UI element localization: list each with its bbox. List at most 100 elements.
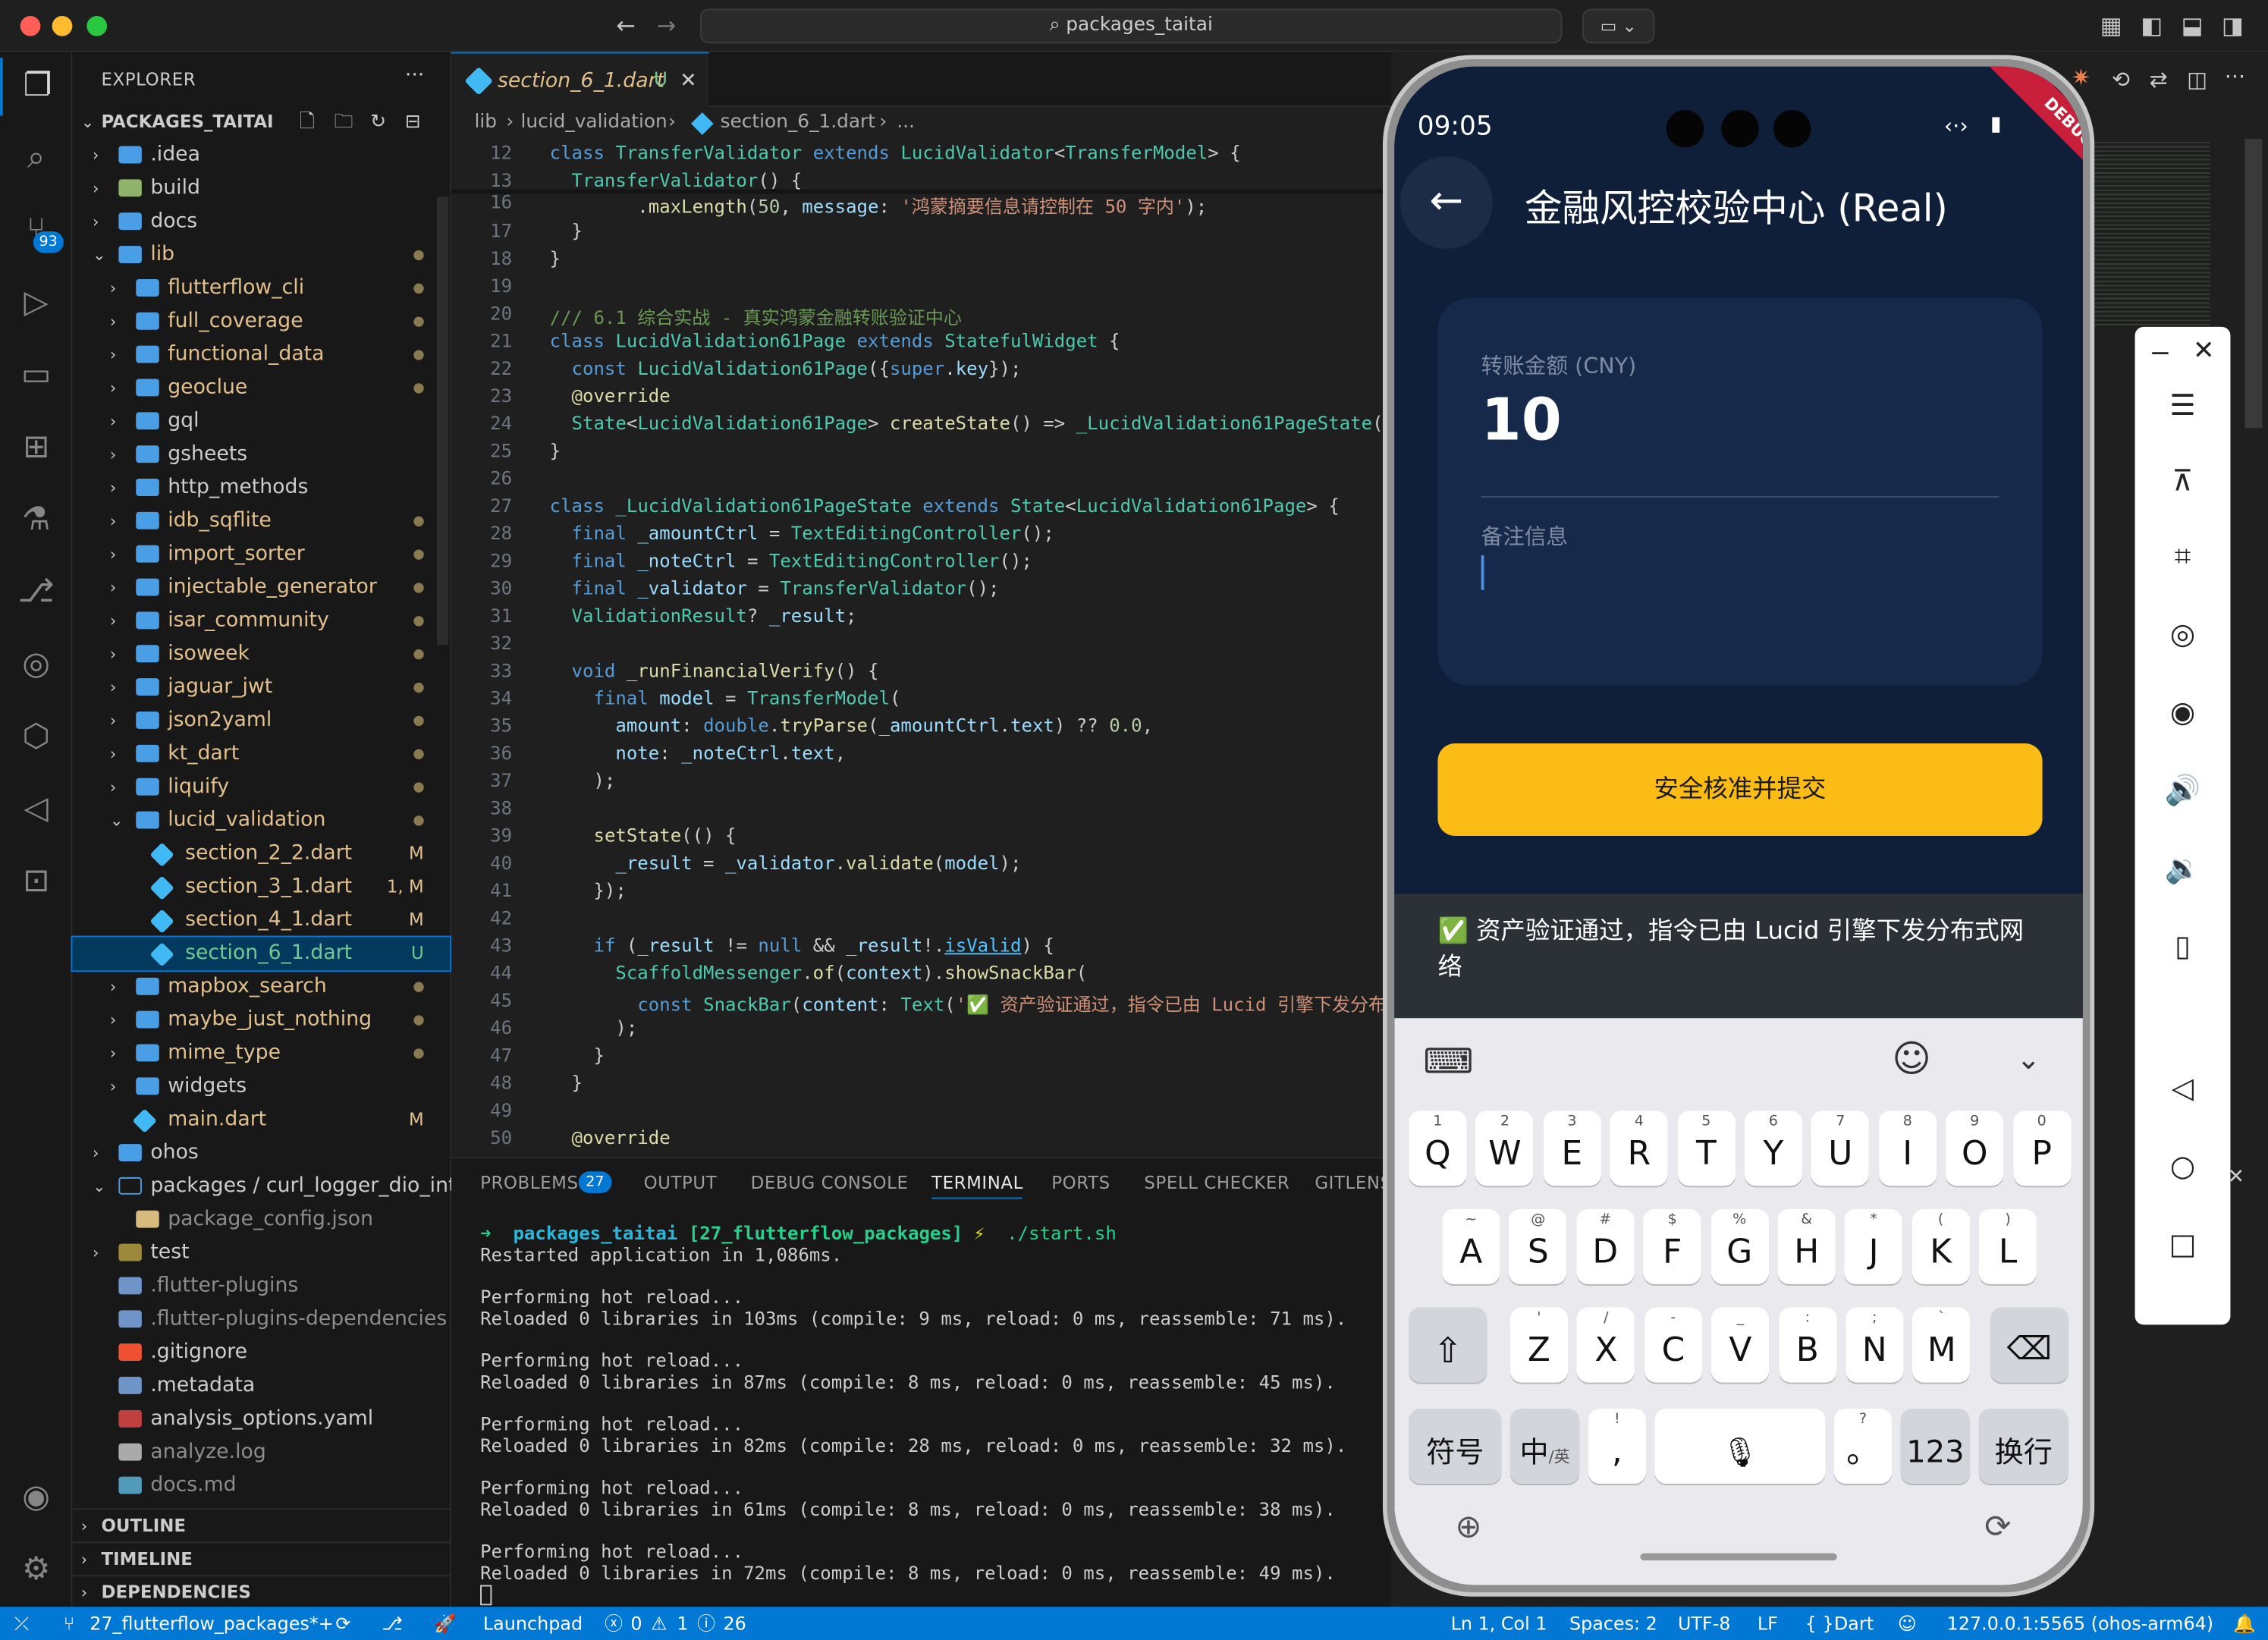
layout-customize-icon[interactable]: ▦ — [2100, 11, 2122, 39]
indentation[interactable]: Spaces: 2 — [1569, 1607, 1657, 1640]
language-switch-key[interactable]: 中/英 — [1509, 1408, 1580, 1484]
rotate-left-icon[interactable]: ◎ — [2135, 616, 2231, 651]
tree-item[interactable]: ⌄ lucid_validation — [72, 804, 450, 837]
volume-up-icon[interactable]: 🔊 — [2135, 772, 2231, 807]
tree-item[interactable]: .gitignore — [72, 1337, 450, 1370]
code-line[interactable]: ScaffoldMessenger.of(context).showSnackB… — [550, 962, 1087, 984]
key-n[interactable]: ; N — [1845, 1307, 1904, 1383]
key-v[interactable]: _ V — [1711, 1307, 1770, 1383]
key-w[interactable]: 2W — [1475, 1111, 1535, 1186]
enter-key[interactable]: 换行 — [1978, 1408, 2069, 1484]
breadcrumb-file[interactable]: section_6_1.dart — [721, 107, 875, 139]
globe-icon[interactable]: ⊕ — [1455, 1510, 1481, 1546]
close-emulator-icon[interactable]: ✕ — [2193, 335, 2215, 366]
key-s[interactable]: @ S — [1509, 1208, 1567, 1284]
tree-item[interactable]: › isar_community — [72, 605, 450, 638]
volume-down-icon[interactable]: 🔉 — [2135, 850, 2231, 885]
sync-icon[interactable]: ⟳ — [335, 1607, 350, 1640]
key-f[interactable]: $ F — [1643, 1208, 1701, 1284]
key-y[interactable]: 6Y — [1744, 1111, 1802, 1186]
tree-item[interactable]: package_config.json — [72, 1203, 450, 1236]
encoding[interactable]: UTF-8 — [1678, 1607, 1731, 1640]
code-line[interactable]: }); — [550, 879, 626, 901]
remote-icon[interactable]: ⤫ — [14, 1607, 29, 1640]
code-line[interactable]: .maxLength(50, message: '鸿蒙摘要信息请控制在 50 字… — [550, 191, 1207, 218]
tree-item[interactable]: .flutter-plugins — [72, 1270, 450, 1303]
key-d[interactable]: # D — [1576, 1208, 1635, 1284]
keyboard-menu-icon[interactable]: ⌨ — [1423, 1041, 1473, 1082]
gitlens-icon[interactable]: ◎ — [0, 636, 72, 694]
tree-item[interactable]: › functional_data — [72, 338, 450, 372]
code-line[interactable]: } — [550, 1072, 583, 1094]
tree-item[interactable]: section_4_1.dart M — [72, 904, 450, 938]
section-outline[interactable]: › OUTLINE — [72, 1508, 451, 1542]
split-editor-icon[interactable]: ◫ — [2187, 67, 2207, 93]
compare-icon[interactable]: ⇄ — [2150, 67, 2168, 93]
timeline-icon[interactable]: ⟲ — [2112, 67, 2130, 93]
key-m[interactable]: ` M — [1912, 1307, 1971, 1383]
toggle-secondary-sidebar-icon[interactable]: ◨ — [2222, 11, 2244, 39]
containers-icon[interactable]: ⬡ — [0, 708, 72, 766]
backspace-key[interactable]: ⌫ — [1990, 1307, 2069, 1383]
language-mode[interactable]: Dart — [1834, 1607, 1874, 1640]
nav-recents-icon[interactable]: □ — [2135, 1227, 2231, 1261]
tree-item[interactable]: › import_sorter — [72, 538, 450, 571]
comma-key[interactable]: !, — [1588, 1408, 1647, 1484]
code-line[interactable]: const SnackBar(content: Text('✅ 资产验证通过，指… — [550, 989, 1391, 1016]
shake-device-icon[interactable]: ▯ — [2135, 928, 2231, 963]
cursor-position[interactable]: Ln 1, Col 1 — [1451, 1607, 1547, 1640]
key-r[interactable]: 4R — [1610, 1111, 1669, 1186]
tree-item[interactable]: analyze.log — [72, 1436, 450, 1469]
tree-item[interactable]: .metadata — [72, 1369, 450, 1403]
key-a[interactable]: ~ A — [1442, 1208, 1500, 1284]
rotate-icon[interactable]: ⟳ — [1984, 1510, 2011, 1546]
command-center-search[interactable]: ⌕ packages_taitai — [699, 8, 1563, 44]
branch-name[interactable]: 27_flutterflow_packages*+ — [90, 1607, 333, 1640]
error-count[interactable]: 0 — [630, 1607, 642, 1640]
code-line[interactable]: ValidationResult? _result; — [550, 605, 857, 627]
minimize-window-button[interactable] — [52, 15, 73, 36]
code-line[interactable]: amount: double.tryParse(_amountCtrl.text… — [550, 715, 1153, 737]
screenshot-crop-icon[interactable]: ⌗ — [2135, 538, 2231, 573]
tree-item[interactable]: › flutterflow_cli — [72, 272, 450, 305]
tree-item[interactable]: › isoweek — [72, 638, 450, 671]
code-line[interactable]: TransferValidator() { — [550, 169, 803, 191]
tree-item[interactable]: › test — [72, 1236, 450, 1270]
search-icon[interactable]: ⌕ — [0, 130, 72, 188]
back-button[interactable]: ← — [1399, 156, 1493, 249]
code-line[interactable]: if (_result != null && _result!.isValid)… — [550, 935, 1054, 957]
launchpad-link[interactable]: Launchpad — [483, 1607, 583, 1640]
source-control-icon[interactable]: ⑂ — [0, 203, 72, 260]
key-e[interactable]: 3E — [1543, 1111, 1601, 1186]
editor-scrollbar[interactable] — [2244, 139, 2263, 429]
panel-tab-terminal[interactable]: TERMINAL — [931, 1173, 1023, 1199]
tree-item[interactable]: section_6_1.dart U — [71, 935, 451, 972]
explorer-root[interactable]: ⌄ PACKAGES_TAITAI 🗋 🗀 ↻ ⊟ — [72, 105, 450, 139]
key-l[interactable]: ) L — [1978, 1208, 2037, 1284]
tree-item[interactable]: analysis_options.yaml — [72, 1403, 450, 1436]
menu-icon[interactable]: ☰ — [2135, 388, 2231, 423]
code-line[interactable]: } — [550, 1045, 604, 1067]
code-line[interactable]: setState(() { — [550, 825, 736, 847]
code-line[interactable]: @override — [550, 1126, 671, 1148]
code-line[interactable]: final _validator = TransferValidator(); — [550, 577, 1000, 599]
key-b[interactable]: :B — [1778, 1307, 1836, 1383]
code-line[interactable]: class TransferValidator extends LucidVal… — [550, 142, 1241, 164]
shift-key[interactable]: ⇧ — [1409, 1307, 1487, 1383]
extensions-icon[interactable]: ⊞ — [0, 419, 72, 477]
nav-back-icon[interactable]: ◁ — [2135, 1070, 2231, 1105]
tree-item[interactable]: › http_methods — [72, 472, 450, 505]
terminal-output[interactable]: ➜ packages_taitai [27_flutterflow_packag… — [480, 1222, 1406, 1606]
key-c[interactable]: -C — [1644, 1307, 1703, 1383]
code-line[interactable]: class LucidValidation61Page extends Stat… — [550, 330, 1120, 352]
tree-item[interactable]: section_3_1.dart 1, M — [72, 871, 450, 904]
tree-item[interactable]: ⌄ packages / curl_logger_dio_int... — [72, 1170, 476, 1203]
key-h[interactable]: & H — [1777, 1208, 1836, 1284]
close-window-button[interactable] — [20, 15, 41, 36]
section-dependencies[interactable]: › DEPENDENCIES — [72, 1575, 451, 1608]
warning-count[interactable]: 1 — [677, 1607, 688, 1640]
key-g[interactable]: % G — [1710, 1208, 1769, 1284]
tree-item[interactable]: main.dart M — [72, 1104, 450, 1137]
amount-input[interactable]: 10 — [1481, 388, 1562, 454]
tree-item[interactable]: › maybe_just_nothing — [72, 1004, 450, 1037]
